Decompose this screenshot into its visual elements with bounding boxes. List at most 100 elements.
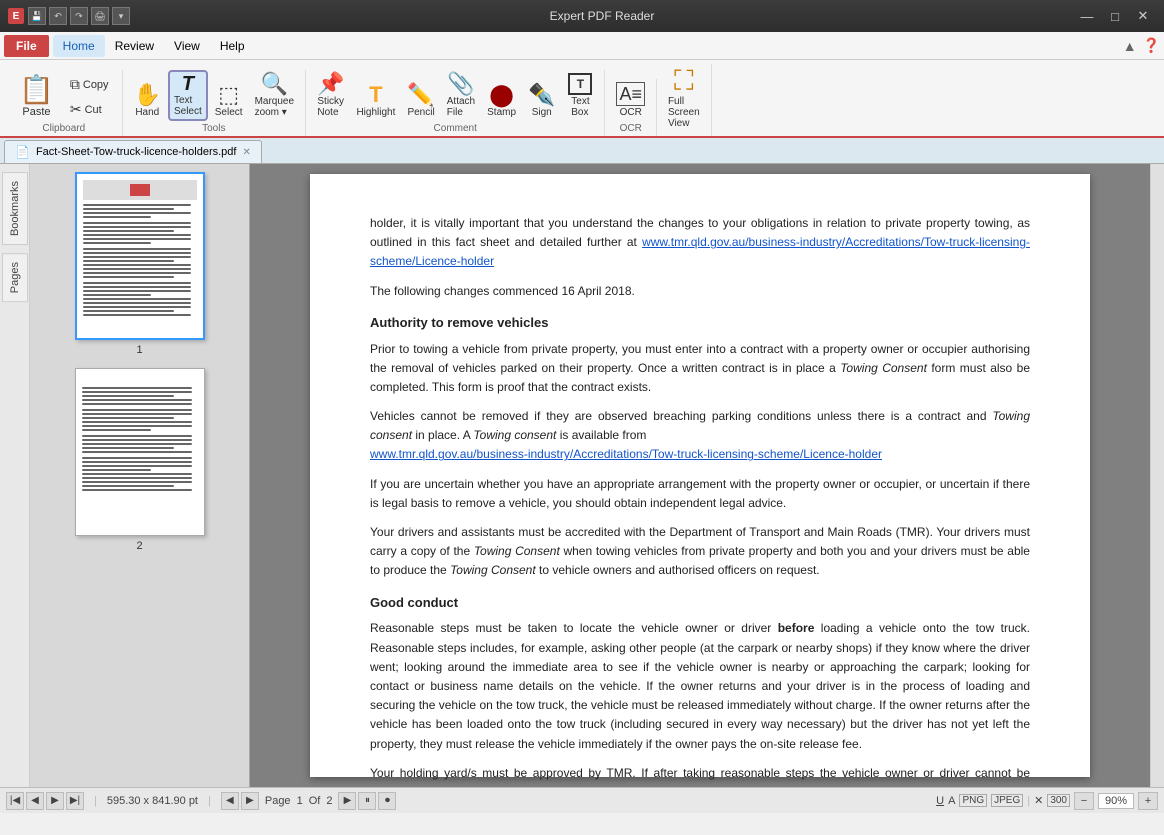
text-select-icon: T bbox=[182, 74, 194, 94]
sticky-note-icon: 📌 bbox=[317, 73, 344, 95]
nav-last-button[interactable]: ▶| bbox=[66, 792, 84, 810]
select-label: Select bbox=[215, 107, 243, 118]
close-button[interactable]: ✕ bbox=[1130, 5, 1156, 27]
text-box-button[interactable]: T TextBox bbox=[562, 70, 598, 121]
play-button[interactable]: ▶ bbox=[338, 792, 356, 810]
thumb-line bbox=[82, 439, 192, 441]
tab-close-button[interactable]: ✕ bbox=[242, 147, 250, 158]
undo-button[interactable]: ↶ bbox=[49, 7, 67, 25]
select-button[interactable]: ⬚ Select bbox=[210, 81, 248, 121]
thumbnail-panel: 1 bbox=[30, 164, 250, 787]
media-controls: ▶ ⏸ ⏺ bbox=[338, 792, 396, 810]
paste-icon: 📋 bbox=[19, 73, 54, 106]
maximize-button[interactable]: □ bbox=[1102, 5, 1128, 27]
thumb-line bbox=[83, 302, 191, 304]
nav-first-button[interactable]: |◀ bbox=[6, 792, 24, 810]
cut-icon: ✂ bbox=[70, 101, 82, 118]
menu-help[interactable]: Help bbox=[210, 35, 255, 57]
scroll-up-icon[interactable]: ▲ bbox=[1123, 38, 1137, 54]
cut-button[interactable]: ✂ Cut bbox=[63, 98, 116, 121]
redo-button[interactable]: ↷ bbox=[70, 7, 88, 25]
zoom-out-button[interactable]: − bbox=[1074, 792, 1094, 810]
nav-next-button[interactable]: ▶ bbox=[46, 792, 64, 810]
marquee-label: Marqueezoom ▾ bbox=[255, 96, 294, 118]
nav-prev-button[interactable]: ◀ bbox=[26, 792, 44, 810]
status-sep-1: | bbox=[94, 795, 97, 807]
sidebar-pages[interactable]: Pages bbox=[2, 253, 28, 302]
pause-button[interactable]: ⏸ bbox=[358, 792, 376, 810]
full-screen-button[interactable]: ⛶ FullScreenView bbox=[663, 64, 705, 132]
thumbnail-page-2[interactable]: 2 bbox=[75, 368, 205, 552]
print-button[interactable]: 🖨 bbox=[91, 7, 109, 25]
text-select-button[interactable]: T TextSelect bbox=[168, 70, 208, 121]
status-bar: |◀ ◀ ▶ ▶| | 595.30 x 841.90 pt | ◀ ▶ Pag… bbox=[0, 787, 1164, 813]
menu-file[interactable]: File bbox=[4, 35, 49, 57]
right-scrollbar[interactable] bbox=[1150, 164, 1164, 787]
thumb-line bbox=[82, 413, 192, 415]
ribbon: 📋 Paste ⧉ Copy ✂ Cut Clipboard ✋ Hand bbox=[0, 60, 1164, 138]
stamp-button[interactable]: ⬤ Stamp bbox=[482, 81, 521, 121]
thumb-line bbox=[83, 234, 191, 236]
stamp-label: Stamp bbox=[487, 107, 516, 118]
save-button[interactable]: 💾 bbox=[28, 7, 46, 25]
pdf-italic-2: Towing consent bbox=[370, 409, 1030, 442]
thumbnail-box-1[interactable] bbox=[75, 172, 205, 340]
thumb-line bbox=[82, 477, 192, 479]
quick-access-toolbar: 💾 ↶ ↷ 🖨 ▾ bbox=[28, 7, 130, 25]
pdf-italic-5: Towing Consent bbox=[450, 563, 536, 577]
dropdown-button[interactable]: ▾ bbox=[112, 7, 130, 25]
fullscreen-buttons: ⛶ FullScreenView bbox=[663, 64, 705, 132]
marquee-zoom-button[interactable]: 🔍 Marqueezoom ▾ bbox=[250, 70, 299, 121]
pdf-link-2[interactable]: www.tmr.qld.gov.au/business-industry/Acc… bbox=[370, 447, 882, 461]
pdf-para-2: Vehicles cannot be removed if they are o… bbox=[370, 407, 1030, 465]
sign-button[interactable]: ✒️ Sign bbox=[523, 81, 560, 121]
cut-label: Cut bbox=[85, 104, 102, 116]
highlight-button[interactable]: T Highlight bbox=[351, 81, 400, 121]
help-icon[interactable]: ❓ bbox=[1143, 37, 1160, 54]
copy-button[interactable]: ⧉ Copy bbox=[63, 73, 116, 96]
thumb-line bbox=[83, 204, 191, 206]
status-sep-2: | bbox=[208, 795, 211, 807]
sidebar-bookmarks[interactable]: Bookmarks bbox=[2, 172, 28, 245]
nav-next-2-button[interactable]: ▶ bbox=[241, 792, 259, 810]
pencil-label: Pencil bbox=[407, 107, 434, 118]
pdf-area[interactable]: holder, it is vitally important that you… bbox=[250, 164, 1150, 787]
comment-buttons: 📌 StickyNote T Highlight ✏️ Pencil 📎 Att… bbox=[312, 70, 598, 121]
menu-home[interactable]: Home bbox=[53, 35, 105, 57]
thumb-line bbox=[83, 242, 151, 244]
thumb-line bbox=[83, 306, 191, 308]
thumb-line bbox=[82, 481, 192, 483]
thumbnail-page-1[interactable]: 1 bbox=[75, 172, 205, 356]
pdf-tab-icon: 📄 bbox=[15, 145, 30, 159]
pdf-tab[interactable]: 📄 Fact-Sheet-Tow-truck-licence-holders.p… bbox=[4, 140, 262, 163]
thumb-line bbox=[83, 216, 151, 218]
thumb-line bbox=[82, 443, 192, 445]
paste-button[interactable]: 📋 Paste bbox=[12, 70, 61, 121]
pencil-button[interactable]: ✏️ Pencil bbox=[402, 81, 439, 121]
thumb-logo bbox=[130, 184, 150, 196]
zoom-in-button[interactable]: + bbox=[1138, 792, 1158, 810]
attach-file-button[interactable]: 📎 AttachFile bbox=[442, 70, 480, 121]
minimize-button[interactable]: — bbox=[1074, 5, 1100, 27]
ribbon-group-comment: 📌 StickyNote T Highlight ✏️ Pencil 📎 Att… bbox=[306, 70, 605, 136]
page-nav: |◀ ◀ ▶ ▶| bbox=[6, 792, 84, 810]
sticky-note-label: StickyNote bbox=[317, 96, 344, 118]
sticky-note-button[interactable]: 📌 StickyNote bbox=[312, 70, 349, 121]
stamp-icon: ⬤ bbox=[489, 84, 514, 106]
stop-button[interactable]: ⏺ bbox=[378, 792, 396, 810]
thumb-line bbox=[83, 282, 191, 284]
thumb-line bbox=[83, 256, 191, 258]
pdf-para-1: Prior to towing a vehicle from private p… bbox=[370, 340, 1030, 398]
clipboard-buttons: 📋 Paste ⧉ Copy ✂ Cut bbox=[12, 70, 116, 121]
fullscreen-icon: ⛶ bbox=[674, 67, 694, 95]
hand-button[interactable]: ✋ Hand bbox=[129, 81, 166, 121]
nav-prev-2-button[interactable]: ◀ bbox=[221, 792, 239, 810]
menu-view[interactable]: View bbox=[164, 35, 210, 57]
ocr-button[interactable]: A≡ OCR bbox=[611, 79, 650, 121]
pdf-italic-3: Towing consent bbox=[473, 428, 556, 442]
ocr-label: OCR bbox=[620, 107, 642, 118]
thumb-line bbox=[82, 399, 192, 401]
menu-bar-right: ▲ ❓ bbox=[1123, 37, 1160, 54]
menu-review[interactable]: Review bbox=[105, 35, 164, 57]
thumbnail-box-2[interactable] bbox=[75, 368, 205, 536]
